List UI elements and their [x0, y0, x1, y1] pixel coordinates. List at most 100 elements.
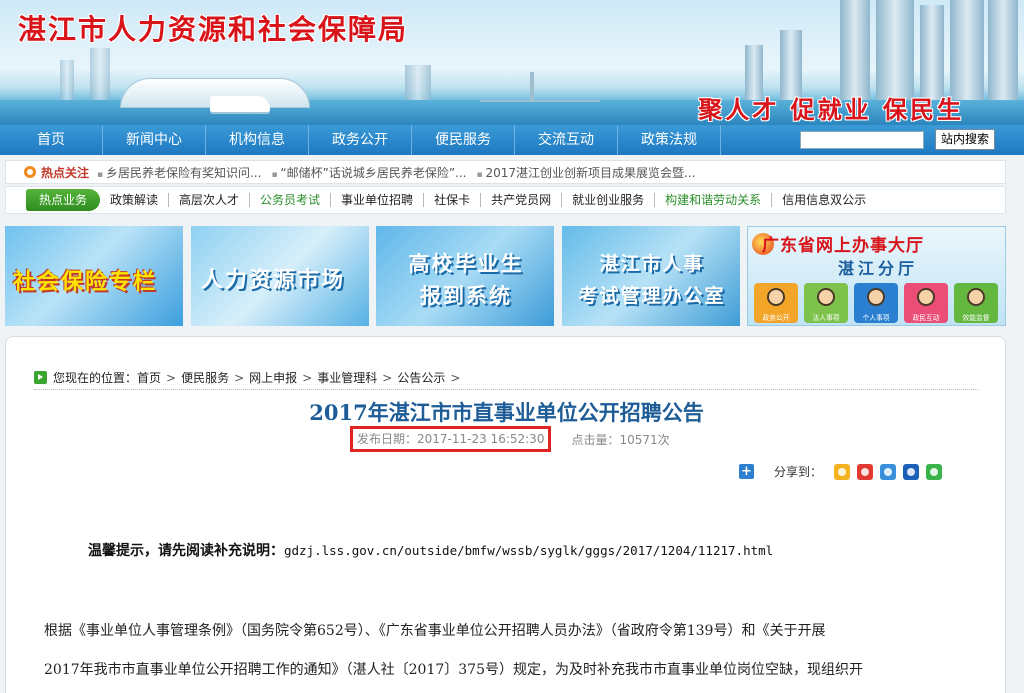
tile-social-insurance-label: 社会保险专栏 — [13, 270, 158, 295]
breadcrumb-institution-management[interactable]: 事业管理科 — [317, 369, 377, 386]
article-paragraph: 根据《事业单位人事管理条例》（国务院令第652号）、《广东省事业单位公开招聘人员… — [44, 623, 826, 639]
article-title: 2017年湛江市市直事业单位公开招聘公告 — [309, 400, 704, 425]
tile-hr-market-label: 人力资源市场 — [201, 268, 346, 293]
nav-item-organization[interactable]: 机构信息 — [206, 125, 309, 155]
banner-building — [840, 0, 870, 100]
breadcrumb-home[interactable]: 首页 — [137, 369, 161, 386]
nav-item-public-services[interactable]: 便民服务 — [412, 125, 515, 155]
nav-item-government-affairs[interactable]: 政务公开 — [309, 125, 412, 155]
service-efficiency-supervision[interactable]: 效能监督 — [954, 283, 998, 323]
banner-building — [60, 60, 74, 100]
article-paragraph: 2017年我市市直事业单位公开招聘工作的通知》（湛人社〔2017〕375号）规定… — [44, 662, 863, 678]
banner-bridge — [480, 72, 600, 102]
service-label: 个人事项 — [862, 314, 890, 323]
main-nav: 首页 新闻中心 机构信息 政务公开 便民服务 交流互动 政策法规 站内搜索 — [0, 125, 1024, 155]
business-link-public-institution-recruitment[interactable]: 事业单位招聘 — [331, 193, 425, 207]
tile-online-service-hall[interactable]: 广东省网上办事大厅 湛江分厅 政务公开 法人事项 个人事项 政民互动 效能监督 — [747, 226, 1006, 326]
banner-building — [950, 0, 984, 100]
tile-exam-line2: 考试管理办公室 — [578, 285, 726, 307]
tile-exam-label: 湛江市人事 考试管理办公室 — [568, 248, 736, 312]
service-label: 效能监督 — [962, 314, 990, 323]
banner-building — [90, 48, 110, 100]
tile-graduate-registration[interactable]: 高校毕业生 报到系统 — [376, 226, 554, 326]
service-personal[interactable]: 个人事项 — [854, 283, 898, 323]
nav-item-news[interactable]: 新闻中心 — [103, 125, 206, 155]
tile-graduate-line1: 高校毕业生 — [408, 252, 524, 276]
promo-tiles: 社会保险专栏 人力资源市场 高校毕业生 报到系统 湛江市人事 考试管理办公室 广… — [5, 226, 1006, 326]
breadcrumb-separator: > — [302, 370, 313, 385]
nav-item-interaction[interactable]: 交流互动 — [515, 125, 618, 155]
hot-topics-label: 热点关注 — [41, 165, 90, 180]
article-panel: 您现在的位置： 首页 > 便民服务 > 网上申报 > 事业管理科 > 公告公示 … — [5, 336, 1006, 693]
view-count: 点击量：10571次 — [571, 432, 670, 447]
business-link-employment-services[interactable]: 就业创业服务 — [562, 193, 656, 207]
service-interaction[interactable]: 政民互动 — [904, 283, 948, 323]
tile-exam-office[interactable]: 湛江市人事 考试管理办公室 — [562, 226, 740, 326]
business-link-high-level-talent[interactable]: 高层次人才 — [169, 193, 251, 207]
banner-building — [876, 0, 914, 100]
wechat-share-icon[interactable] — [926, 463, 943, 480]
service-government-disclosure[interactable]: 政务公开 — [754, 283, 798, 323]
nav-item-home[interactable]: 首页 — [0, 125, 103, 155]
share-bar: + 分享到： — [739, 463, 949, 480]
tile-graduate-label: 高校毕业生 报到系统 — [398, 248, 534, 312]
breadcrumb-announcements[interactable]: 公告公示 — [397, 369, 445, 386]
hot-topic-link[interactable]: “邮储杯”话说城乡居民养老保险”... — [271, 164, 466, 181]
person-icon — [767, 288, 785, 306]
business-link-harmonious-labor[interactable]: 构建和谐劳动关系 — [655, 193, 773, 207]
article-meta: 发布日期：2017-11-23 16:52:30 点击量：10571次 — [350, 426, 670, 452]
qzone-share-icon[interactable] — [834, 463, 851, 480]
banner-building — [988, 0, 1018, 100]
person-icon — [867, 288, 885, 306]
business-link-civil-service-exam[interactable]: 公务员考试 — [250, 193, 332, 207]
breadcrumb-separator: > — [382, 370, 393, 385]
service-legal-person[interactable]: 法人事项 — [804, 283, 848, 323]
weibo-share-icon[interactable] — [857, 463, 874, 480]
speaker-icon — [24, 166, 36, 178]
hot-topics-bar: 热点关注 乡居民养老保险有奖知识问... “邮储杯”话说城乡居民养老保险”...… — [5, 160, 1006, 184]
reading-tip-url[interactable]: gdzj.lss.gov.cn/outside/bmfw/wssb/syglk/… — [284, 543, 773, 558]
business-link-social-security-card[interactable]: 社保卡 — [424, 193, 482, 207]
reading-tip: 温馨提示，请先阅读补充说明：gdzj.lss.gov.cn/outside/bm… — [88, 540, 773, 560]
share-more-icon[interactable]: + — [739, 464, 754, 479]
hot-topic-link[interactable]: 乡居民养老保险有奖知识问... — [97, 164, 261, 181]
tile-graduate-line2: 报到系统 — [420, 284, 512, 308]
share-label: 分享到： — [774, 465, 823, 479]
banner-slogan: 聚人才 促就业 保民生 — [698, 96, 964, 124]
tile-social-insurance[interactable]: 社会保险专栏 — [5, 226, 183, 326]
site-banner: 湛江市人力资源和社会保障局 聚人才 促就业 保民生 — [0, 0, 1024, 125]
banner-building — [920, 5, 944, 100]
reading-tip-label: 温馨提示，请先阅读补充说明： — [88, 543, 284, 559]
tencent-weibo-share-icon[interactable] — [880, 463, 897, 480]
service-label: 法人事项 — [812, 314, 840, 323]
site-search-button[interactable]: 站内搜索 — [935, 129, 995, 150]
service-label: 政民互动 — [912, 314, 940, 323]
site-title: 湛江市人力资源和社会保障局 — [18, 13, 409, 46]
breadcrumb-separator: > — [234, 370, 245, 385]
hot-topic-link[interactable]: 2017湛江创业创新项目成果展览会暨... — [477, 164, 695, 181]
tile-hr-market[interactable]: 人力资源市场 — [191, 226, 369, 326]
breadcrumb-separator: > — [166, 370, 177, 385]
site-search-input[interactable] — [800, 131, 924, 149]
business-link-party-member-network[interactable]: 共产党员网 — [481, 193, 563, 207]
breadcrumb: 您现在的位置： 首页 > 便民服务 > 网上申报 > 事业管理科 > 公告公示 … — [34, 369, 465, 386]
service-hall-subtitle: 湛江分厅 — [838, 259, 919, 278]
renren-share-icon[interactable] — [903, 463, 920, 480]
arrow-right-icon — [34, 371, 47, 384]
breadcrumb-public-services[interactable]: 便民服务 — [181, 369, 229, 386]
business-link-credit-info[interactable]: 信用信息双公示 — [772, 193, 876, 207]
hot-business-label: 热点业务 — [26, 189, 100, 211]
service-hall-title: 广东省网上办事大厅 — [762, 236, 924, 256]
breadcrumb-online-declaration[interactable]: 网上申报 — [249, 369, 297, 386]
banner-yacht — [210, 96, 270, 112]
tile-exam-line1: 湛江市人事 — [599, 253, 705, 275]
person-icon — [817, 288, 835, 306]
publish-date: 发布日期：2017-11-23 16:52:30 — [350, 426, 552, 452]
person-icon — [917, 288, 935, 306]
service-label: 政务公开 — [762, 314, 790, 323]
breadcrumb-separator: > — [450, 370, 461, 385]
nav-item-policies[interactable]: 政策法规 — [618, 125, 721, 155]
hot-business-bar: 热点业务 政策解读 高层次人才 公务员考试 事业单位招聘 社保卡 共产党员网 就… — [5, 186, 1006, 214]
business-link-policy-interpretation[interactable]: 政策解读 — [100, 193, 170, 207]
breadcrumb-prefix: 您现在的位置： — [53, 371, 138, 385]
